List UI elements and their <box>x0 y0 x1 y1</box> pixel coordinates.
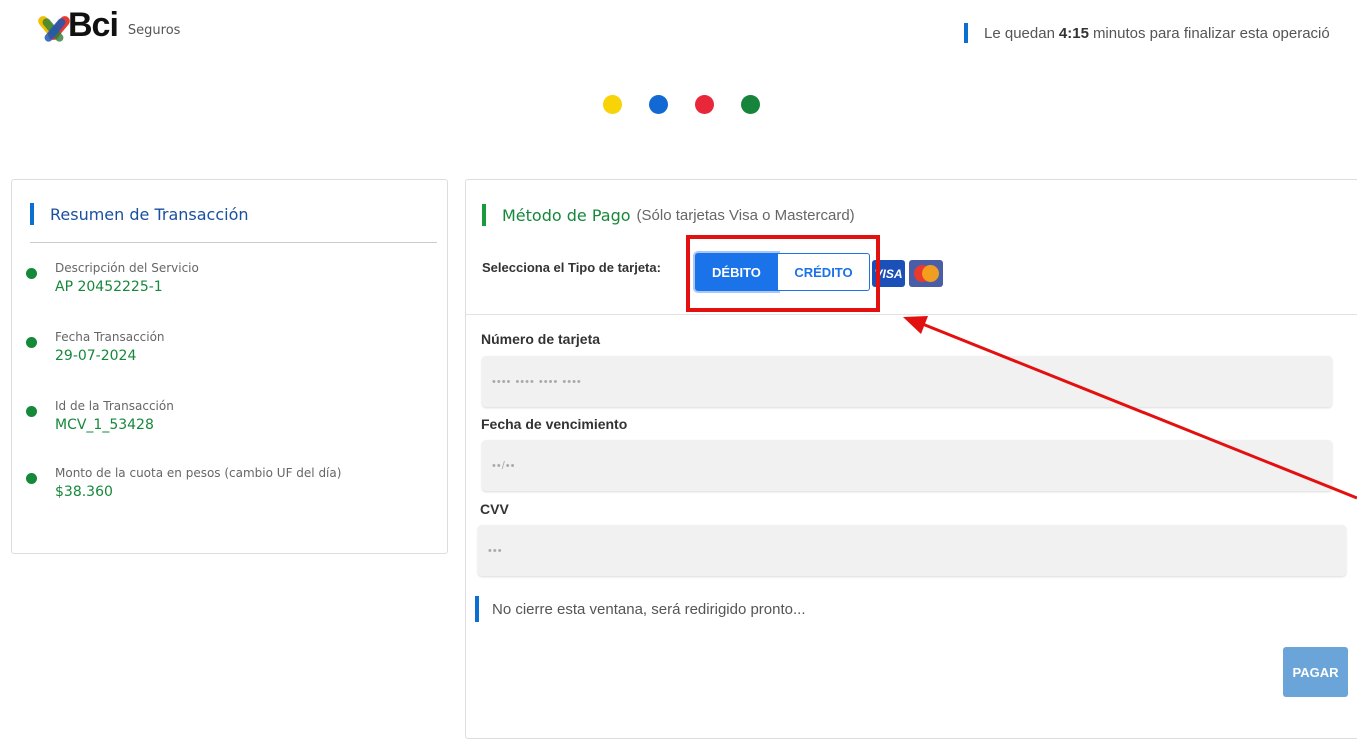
highlight-box <box>686 235 880 312</box>
payment-subtitle: (Sólo tarjetas Visa o Mastercard) <box>636 206 855 224</box>
payment-header: Método de Pago (Sólo tarjetas Visa o Mas… <box>466 180 1357 315</box>
summary-item-value: 29-07-2024 <box>55 348 137 364</box>
bullet-icon <box>26 337 37 348</box>
bullet-icon <box>26 473 37 484</box>
session-timer: Le quedan 4:15 minutos para finalizar es… <box>964 23 1330 43</box>
bullet-icon <box>26 406 37 417</box>
notice-accent-bar <box>475 596 479 622</box>
bullet-icon <box>26 268 37 279</box>
bci-seguros-logo: Bci Seguros <box>36 6 181 44</box>
payment-title: Método de Pago (Sólo tarjetas Visa o Mas… <box>482 203 855 227</box>
timer-suffix: minutos para finalizar esta operació <box>1092 24 1330 42</box>
timer-prefix: Le quedan <box>984 24 1055 42</box>
step-dot-4 <box>741 95 760 114</box>
expiry-input[interactable] <box>482 440 1332 491</box>
expiry-label: Fecha de vencimiento <box>481 416 628 432</box>
summary-divider <box>30 242 437 243</box>
step-dot-1 <box>603 95 622 114</box>
summary-item-value: AP 20452225-1 <box>55 279 163 295</box>
summary-item-label: Fecha Transacción <box>55 330 165 344</box>
step-dot-3 <box>695 95 714 114</box>
step-dot-2 <box>649 95 668 114</box>
card-number-label: Número de tarjeta <box>481 331 601 347</box>
summary-item-label: Monto de la cuota en pesos (cambio UF de… <box>55 466 342 480</box>
redirect-notice: No cierre esta ventana, será redirigido … <box>475 596 806 622</box>
payment-title-text: Método de Pago <box>502 205 631 225</box>
summary-item-label: Descripción del Servicio <box>55 261 199 275</box>
payment-method-card: Método de Pago (Sólo tarjetas Visa o Mas… <box>465 179 1357 739</box>
transaction-summary-card: Resumen de Transacción Descripción del S… <box>11 179 448 554</box>
summary-title-text: Resumen de Transacción <box>50 204 249 224</box>
cvv-input[interactable] <box>478 525 1346 576</box>
timer-accent-bar <box>964 23 968 43</box>
card-number-input[interactable] <box>482 356 1332 407</box>
card-type-label: Selecciona el Tipo de tarjeta: <box>482 260 661 275</box>
timer-value: 4:15 <box>1058 24 1089 42</box>
brand-name: Bci <box>68 6 119 44</box>
brand-sub: Seguros <box>127 23 181 38</box>
summary-item-value: $38.360 <box>55 484 113 500</box>
bci-logo-mark-icon <box>36 12 72 44</box>
payment-accent-bar <box>482 204 486 226</box>
notice-text: No cierre esta ventana, será redirigido … <box>492 600 806 618</box>
pay-button[interactable]: PAGAR <box>1283 647 1348 697</box>
step-indicator <box>603 95 760 114</box>
summary-accent-bar <box>30 203 34 225</box>
cvv-label: CVV <box>480 501 509 517</box>
summary-item-label: Id de la Transacción <box>55 399 174 413</box>
summary-item-value: MCV_1_53428 <box>55 417 154 433</box>
summary-title: Resumen de Transacción <box>30 202 249 226</box>
mastercard-icon <box>909 260 943 287</box>
